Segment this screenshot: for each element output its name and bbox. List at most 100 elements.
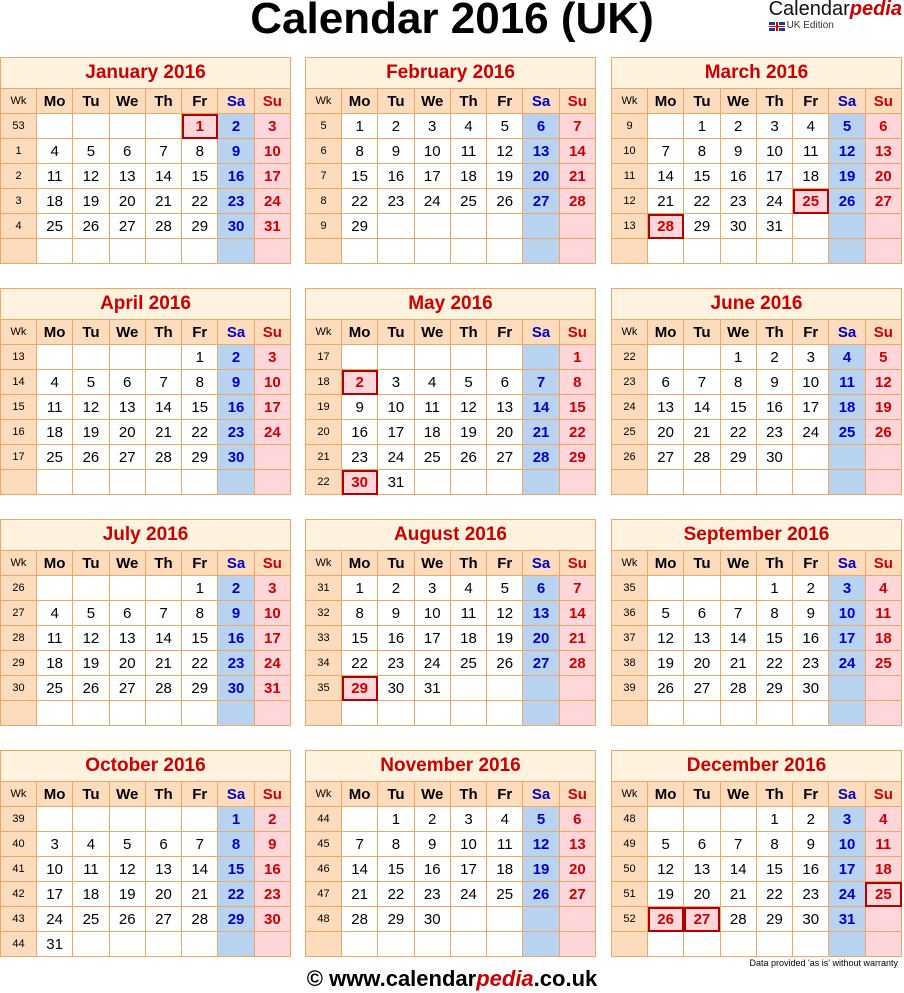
day-cell[interactable]: 1 [683,113,721,139]
day-cell[interactable]: 15 [683,163,721,189]
day-cell[interactable]: 16 [792,856,830,882]
day-cell[interactable]: 14 [646,163,685,189]
day-cell[interactable]: 20 [144,881,183,907]
day-cell[interactable]: 2 [217,575,255,601]
day-cell[interactable]: 28 [144,444,183,470]
day-cell[interactable]: 9 [755,369,794,395]
day-cell[interactable]: 26 [108,906,146,932]
day-cell[interactable]: 31 [377,469,415,495]
day-cell[interactable]: 26 [72,444,110,470]
day-cell[interactable]: 27 [864,188,903,214]
day-cell[interactable]: 9 [217,138,255,164]
day-cell[interactable]: 4 [72,831,110,857]
day-cell[interactable]: 7 [719,600,757,626]
day-cell[interactable]: 11 [35,394,74,420]
day-cell[interactable]: 10 [449,831,488,857]
day-cell[interactable]: 8 [755,831,794,857]
day-cell[interactable]: 30 [377,675,415,701]
holiday-cell[interactable]: 25 [792,188,830,214]
day-cell[interactable]: 24 [792,419,830,445]
day-cell[interactable]: 16 [377,163,415,189]
day-cell[interactable]: 25 [413,444,451,470]
day-cell[interactable]: 3 [828,575,866,601]
day-cell[interactable]: 31 [253,675,292,701]
day-cell[interactable]: 17 [449,856,488,882]
day-cell[interactable]: 9 [340,394,379,420]
day-cell[interactable]: 25 [72,906,110,932]
day-cell[interactable]: 24 [253,419,292,445]
day-cell[interactable]: 23 [217,188,255,214]
day-cell[interactable]: 20 [683,650,721,676]
day-cell[interactable]: 26 [522,881,560,907]
day-cell[interactable]: 10 [792,369,830,395]
day-cell[interactable]: 31 [413,675,451,701]
day-cell[interactable]: 23 [792,650,830,676]
day-cell[interactable]: 22 [181,188,219,214]
day-cell[interactable]: 19 [522,856,560,882]
day-cell[interactable]: 27 [108,213,146,239]
day-cell[interactable]: 8 [377,831,415,857]
day-cell[interactable]: 26 [486,188,524,214]
day-cell[interactable]: 30 [413,906,451,932]
day-cell[interactable]: 14 [144,625,183,651]
day-cell[interactable]: 29 [683,213,721,239]
day-cell[interactable]: 5 [486,113,524,139]
day-cell[interactable]: 5 [646,831,685,857]
day-cell[interactable]: 20 [646,419,685,445]
day-cell[interactable]: 27 [522,650,560,676]
day-cell[interactable]: 29 [755,675,794,701]
day-cell[interactable]: 19 [72,188,110,214]
day-cell[interactable]: 13 [108,394,146,420]
day-cell[interactable]: 7 [144,600,183,626]
day-cell[interactable]: 15 [755,856,794,882]
day-cell[interactable]: 29 [719,444,757,470]
day-cell[interactable]: 17 [792,394,830,420]
day-cell[interactable]: 17 [828,625,866,651]
day-cell[interactable]: 3 [413,575,451,601]
holiday-cell[interactable]: 27 [683,906,721,932]
day-cell[interactable]: 11 [792,138,830,164]
day-cell[interactable]: 18 [72,881,110,907]
day-cell[interactable]: 18 [449,163,488,189]
day-cell[interactable]: 29 [755,906,794,932]
day-cell[interactable]: 7 [683,369,721,395]
day-cell[interactable]: 15 [217,856,255,882]
day-cell[interactable]: 2 [792,806,830,832]
day-cell[interactable]: 27 [683,675,721,701]
day-cell[interactable]: 15 [377,856,415,882]
day-cell[interactable]: 4 [35,600,74,626]
day-cell[interactable]: 29 [377,906,415,932]
day-cell[interactable]: 5 [646,600,685,626]
day-cell[interactable]: 10 [253,600,292,626]
day-cell[interactable]: 11 [864,600,903,626]
day-cell[interactable]: 6 [683,831,721,857]
day-cell[interactable]: 30 [217,213,255,239]
day-cell[interactable]: 12 [522,831,560,857]
day-cell[interactable]: 29 [558,444,597,470]
day-cell[interactable]: 22 [377,881,415,907]
day-cell[interactable]: 12 [864,369,903,395]
day-cell[interactable]: 9 [377,600,415,626]
holiday-cell[interactable]: 28 [646,213,685,239]
day-cell[interactable]: 16 [377,625,415,651]
day-cell[interactable]: 4 [486,806,524,832]
day-cell[interactable]: 30 [792,906,830,932]
day-cell[interactable]: 19 [72,419,110,445]
day-cell[interactable]: 13 [864,138,903,164]
holiday-cell[interactable]: 1 [181,113,219,139]
day-cell[interactable]: 23 [792,881,830,907]
day-cell[interactable]: 7 [340,831,379,857]
day-cell[interactable]: 1 [558,344,597,370]
day-cell[interactable]: 6 [486,369,524,395]
day-cell[interactable]: 24 [828,650,866,676]
day-cell[interactable]: 22 [340,650,379,676]
day-cell[interactable]: 14 [340,856,379,882]
day-cell[interactable]: 27 [558,881,597,907]
day-cell[interactable]: 16 [792,625,830,651]
day-cell[interactable]: 8 [340,600,379,626]
day-cell[interactable]: 12 [828,138,866,164]
day-cell[interactable]: 18 [35,419,74,445]
day-cell[interactable]: 22 [719,419,757,445]
day-cell[interactable]: 27 [646,444,685,470]
day-cell[interactable]: 21 [144,188,183,214]
